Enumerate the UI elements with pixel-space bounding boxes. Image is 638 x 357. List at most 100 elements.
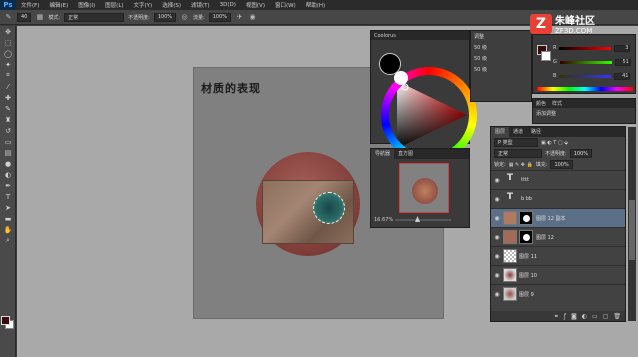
dodge-tool-icon[interactable]: ◐ <box>0 169 16 180</box>
zoom-tool-icon[interactable]: ⌕ <box>0 235 16 246</box>
blue-slider-row[interactable]: B 41 <box>553 71 633 81</box>
canvas-title-text: 材质的表现 <box>201 82 261 95</box>
layer-row[interactable]: ◉ 图层 9 <box>491 284 625 303</box>
watermark-cn-text: 朱峰社区 <box>555 16 595 27</box>
path-select-tool-icon[interactable]: ➤ <box>0 202 16 213</box>
zf3d-logo: Z <box>530 13 552 34</box>
layer-row[interactable]: ◉ T b bb <box>491 189 625 208</box>
type-tool-icon[interactable]: T <box>0 191 16 202</box>
layer-opacity-input[interactable]: 100% <box>569 149 592 158</box>
adjust-row[interactable]: 50 级 <box>471 64 531 75</box>
visibility-eye-icon[interactable]: ◉ <box>491 253 503 260</box>
shape-tool-icon[interactable]: ▬ <box>0 213 16 224</box>
visibility-eye-icon[interactable]: ◉ <box>491 234 503 241</box>
filter-icons[interactable]: ▣ ◐ T ▢ ⬙ <box>541 140 568 146</box>
clone-stamp-tool-icon[interactable]: ♜ <box>0 114 16 125</box>
lock-icons[interactable]: ▦ ✎ ✥ 🔒 <box>509 162 533 168</box>
airbrush-icon[interactable]: ✈ <box>235 13 244 22</box>
blend-mode-select[interactable]: 正常 <box>494 149 542 158</box>
photoshop-logo: Ps <box>0 0 16 10</box>
tab-channels[interactable]: 通道 <box>509 127 527 137</box>
red-slider-row[interactable]: R 3 <box>553 43 633 53</box>
menu-view[interactable]: 视图(V) <box>241 1 270 9</box>
trash-icon[interactable]: 🗑 <box>613 313 621 320</box>
tab-histogram[interactable]: 直方图 <box>394 149 417 159</box>
coolorus-fg-swatch[interactable] <box>379 53 401 75</box>
coolorus-tab[interactable]: Coolorus <box>371 31 469 40</box>
eyedropper-tool-icon[interactable]: ⁄ <box>0 81 16 92</box>
layer-row-selected[interactable]: ◉ 图层 12 副本 <box>491 208 625 227</box>
menu-edit[interactable]: 编辑(E) <box>44 1 73 9</box>
hand-tool-icon[interactable]: ✋ <box>0 224 16 235</box>
foreground-color-swatch[interactable] <box>1 316 10 325</box>
adjust-row[interactable]: 50 级 <box>471 53 531 64</box>
brush-tool-icon[interactable]: ✎ <box>4 13 13 22</box>
layer-mask-thumbnail[interactable] <box>519 230 533 244</box>
crop-tool-icon[interactable]: ⌗ <box>0 70 16 81</box>
pressure-opacity-icon[interactable]: ◎ <box>180 13 189 22</box>
layer-mask-thumbnail[interactable] <box>519 211 533 225</box>
healing-tool-icon[interactable]: ✚ <box>0 92 16 103</box>
marquee-tool-icon[interactable]: ⬚ <box>0 37 16 48</box>
opacity-input[interactable]: 100% <box>153 12 177 22</box>
green-slider-row[interactable]: G 51 <box>553 57 633 67</box>
tab-paths[interactable]: 路径 <box>527 127 545 137</box>
adjustment-icon[interactable]: ◐ <box>582 313 587 320</box>
brush-panel-icon[interactable]: ▦ <box>35 13 44 22</box>
mask-icon[interactable]: ◙ <box>571 313 577 320</box>
visibility-eye-icon[interactable]: ◉ <box>491 196 503 203</box>
quick-select-tool-icon[interactable]: ✦ <box>0 59 16 70</box>
layer-row[interactable]: ◉ 图层 11 <box>491 246 625 265</box>
gradient-tool-icon[interactable]: ▤ <box>0 147 16 158</box>
menu-filter[interactable]: 滤镜(T) <box>186 1 215 9</box>
layers-scroll-thumb[interactable] <box>629 200 635 260</box>
layer-filter-select[interactable]: P 类型 <box>494 138 538 147</box>
pen-tool-icon[interactable]: ✒ <box>0 180 16 191</box>
tab-navigator[interactable]: 导航器 <box>371 149 395 159</box>
new-layer-icon[interactable]: ▢ <box>603 313 609 320</box>
fx-icon[interactable]: ƒ <box>564 313 566 320</box>
folder-icon[interactable]: ▭ <box>592 313 598 320</box>
blur-tool-icon[interactable]: ● <box>0 158 16 169</box>
zoom-level[interactable]: 16.67% <box>374 217 393 223</box>
history-brush-tool-icon[interactable]: ↺ <box>0 125 16 136</box>
zoom-slider[interactable] <box>395 219 451 221</box>
menu-image[interactable]: 图像(I) <box>73 1 100 9</box>
tab-layers[interactable]: 图层 <box>491 127 510 137</box>
menu-type[interactable]: 文字(Y) <box>129 1 158 9</box>
visibility-eye-icon[interactable]: ◉ <box>491 177 503 184</box>
menu-help[interactable]: 帮助(H) <box>301 1 330 9</box>
visibility-eye-icon[interactable]: ◉ <box>491 215 503 222</box>
adjust-row[interactable]: 调整 <box>471 31 531 42</box>
move-tool-icon[interactable]: ✥ <box>0 26 16 37</box>
color-triangle[interactable] <box>389 75 469 155</box>
mode-select[interactable]: 正常 <box>64 12 125 22</box>
watermark-url-text: ZF3D.COM <box>555 27 593 35</box>
adjust-row[interactable]: 50 级 <box>471 42 531 53</box>
menu-file[interactable]: 文件(F) <box>16 1 44 9</box>
tab-styles[interactable]: 样式 <box>552 100 562 107</box>
text-layer-icon: T <box>506 192 514 202</box>
visibility-eye-icon[interactable]: ◉ <box>491 272 503 279</box>
brush-tool-icon[interactable]: ✎ <box>0 103 16 114</box>
menu-layer[interactable]: 图层(L) <box>100 1 128 9</box>
menu-select[interactable]: 选择(S) <box>157 1 186 9</box>
flow-input[interactable]: 100% <box>208 12 232 22</box>
link-icon[interactable]: ⚭ <box>554 313 559 320</box>
pressure-size-icon[interactable]: ◉ <box>248 13 257 22</box>
tab-color[interactable]: 颜色 <box>536 100 546 107</box>
fill-input[interactable]: 100% <box>550 160 573 169</box>
brush-size-picker[interactable]: 40 <box>17 12 32 22</box>
menu-3d[interactable]: 3D(D) <box>215 2 241 8</box>
navigator-thumbnail[interactable] <box>399 163 449 213</box>
layer-row[interactable]: ◉ T tttt <box>491 170 625 189</box>
layer-row[interactable]: ◉ 图层 10 <box>491 265 625 284</box>
layer-row[interactable]: ◉ 图层 12 <box>491 227 625 246</box>
visibility-eye-icon[interactable]: ◉ <box>491 291 503 298</box>
rgb-bg-swatch[interactable] <box>541 51 551 61</box>
lasso-tool-icon[interactable]: ◯ <box>0 48 16 59</box>
eraser-tool-icon[interactable]: ▭ <box>0 136 16 147</box>
layer-thumbnail <box>503 249 517 263</box>
color-spectrum-bar[interactable] <box>537 87 633 91</box>
menu-window[interactable]: 窗口(W) <box>270 1 301 9</box>
